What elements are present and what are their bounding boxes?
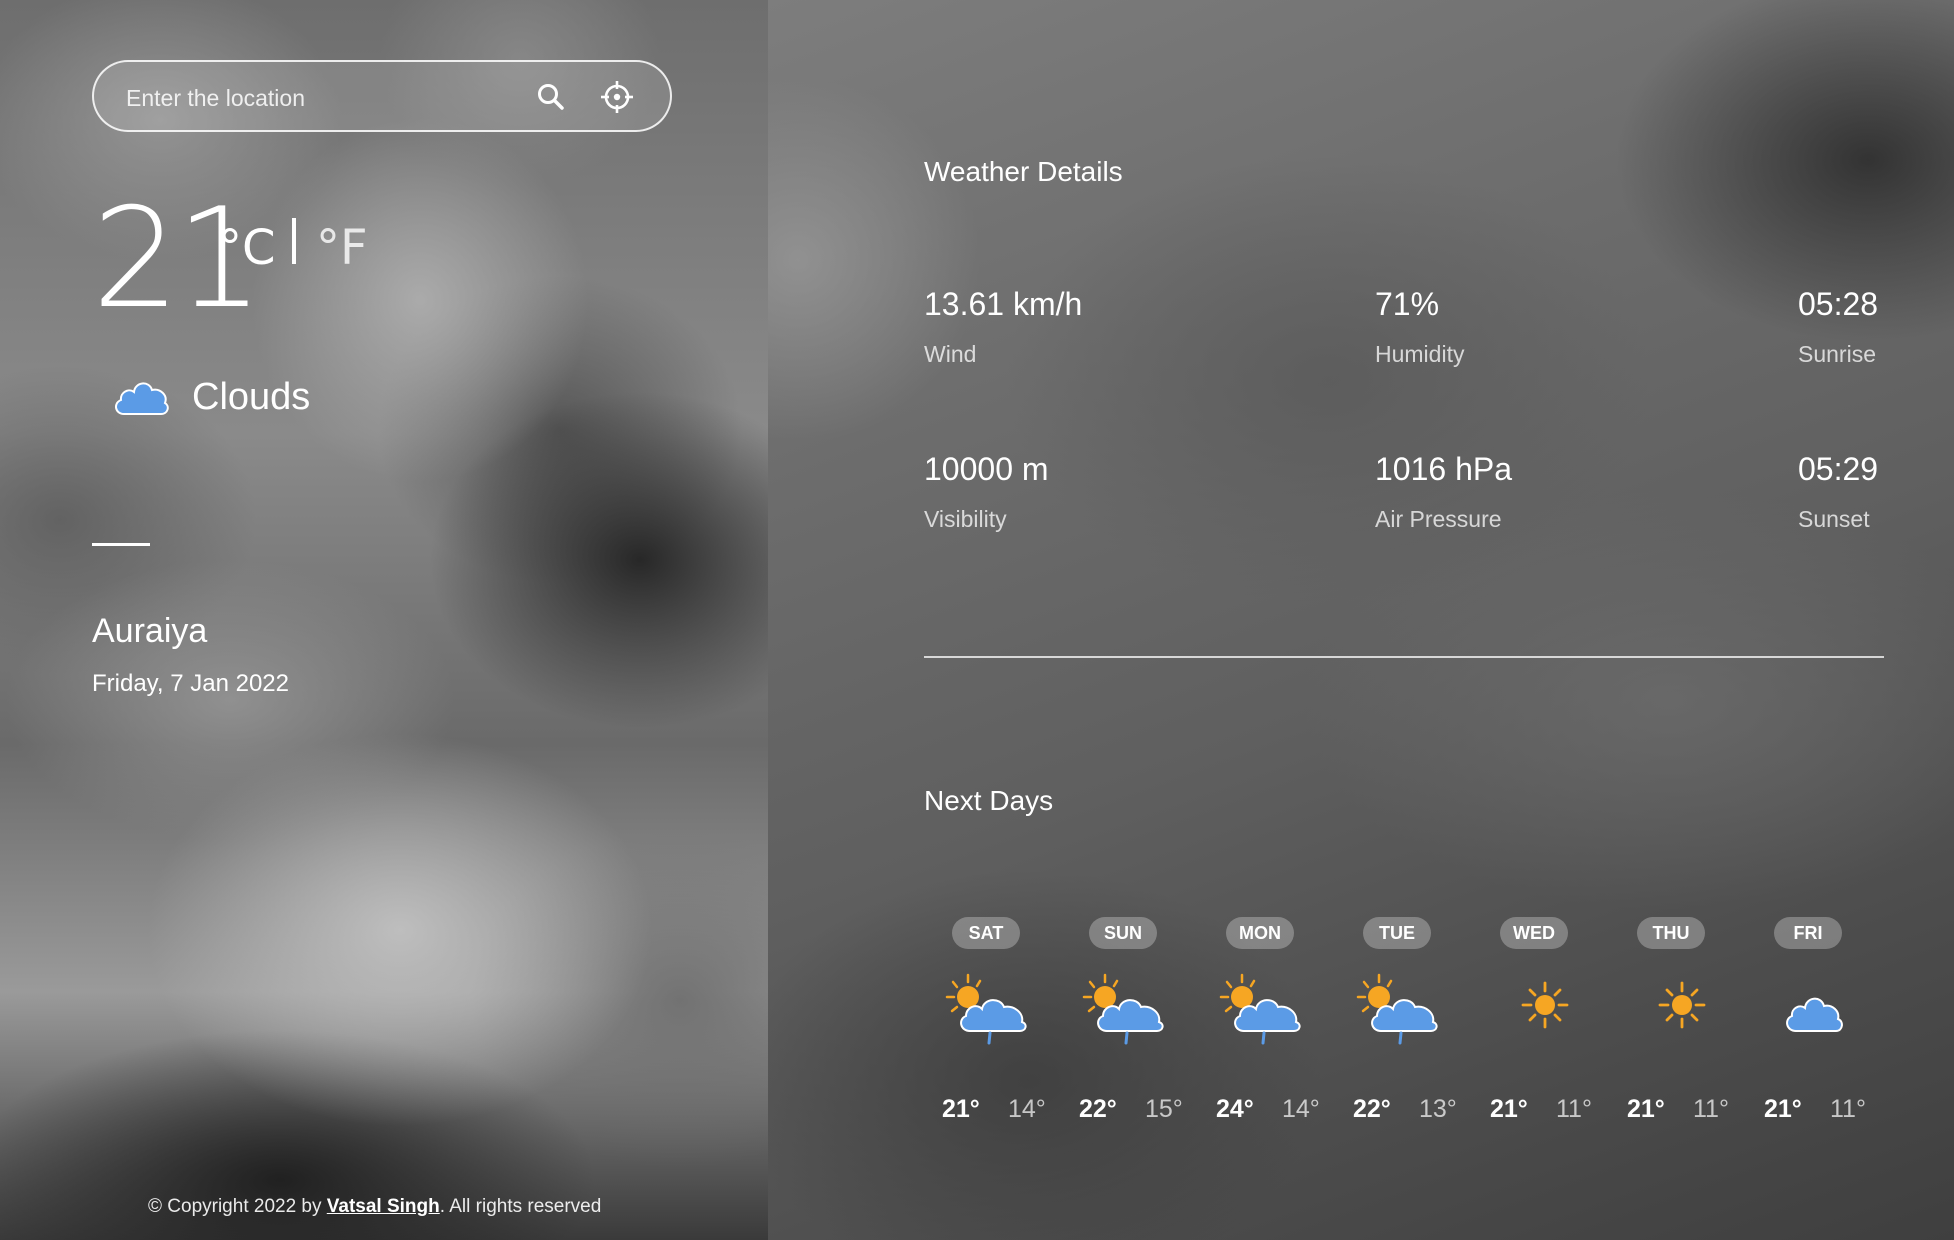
cloud-icon (115, 382, 169, 415)
metric-value: 71% (1375, 286, 1440, 322)
sun-cloud-rain-icon (945, 973, 1027, 1045)
high-temp: 22° (1353, 1095, 1391, 1123)
divider-line (92, 543, 150, 546)
celsius-toggle[interactable]: °C (218, 220, 276, 276)
metric-visibility: 10000 m Visibility (924, 451, 1049, 533)
high-temp: 21° (1490, 1095, 1528, 1123)
metric-label: Sunset (1798, 506, 1870, 532)
day-label: WED (1500, 917, 1568, 949)
left-panel: 21 °C °F Clouds Auraiya Friday, 7 Jan 20… (0, 0, 768, 1240)
metric-label: Visibility (924, 506, 1007, 532)
high-temp: 21° (1627, 1095, 1665, 1123)
sun-cloud-rain-icon (1356, 973, 1438, 1045)
sun-cloud-rain-icon (1219, 973, 1301, 1045)
day-label: FRI (1774, 917, 1842, 949)
high-temp: 22° (1079, 1095, 1117, 1123)
metric-sunset: 05:29 Sunset (1798, 451, 1878, 533)
metric-value: 1016 hPa (1375, 451, 1513, 487)
high-temp: 21° (1764, 1095, 1802, 1123)
cloud-icon (1786, 997, 1843, 1032)
locate-crosshair-icon[interactable] (600, 80, 634, 114)
metric-value: 05:29 (1798, 451, 1879, 487)
low-temp: 11° (1693, 1095, 1729, 1123)
unit-separator (292, 218, 296, 264)
day-label: MON (1226, 917, 1294, 949)
metric-label: Air Pressure (1375, 506, 1502, 532)
search-icon[interactable] (534, 80, 568, 114)
search-bar (92, 60, 672, 132)
metric-air-pressure: 1016 hPa Air Pressure (1375, 451, 1512, 533)
high-temp: 24° (1216, 1095, 1254, 1123)
author-link[interactable]: Vatsal Singh (327, 1196, 440, 1217)
low-temp: 14° (1008, 1095, 1046, 1123)
city-name: Auraiya (92, 612, 208, 650)
sun-cloud-rain-icon (1082, 973, 1164, 1045)
low-temp: 11° (1556, 1095, 1592, 1123)
sun-icon (1658, 981, 1706, 1029)
low-temp: 14° (1282, 1095, 1320, 1123)
fahrenheit-toggle[interactable]: °F (316, 220, 368, 276)
low-temp: 15° (1145, 1095, 1183, 1123)
copyright-prefix: © Copyright 2022 by (148, 1196, 327, 1217)
copyright-suffix: . All rights reserved (439, 1196, 602, 1217)
day-label: SUN (1089, 917, 1157, 949)
sun-icon (1521, 981, 1569, 1029)
low-temp: 11° (1830, 1095, 1866, 1123)
metric-value: 13.61 km/h (924, 286, 1083, 322)
metric-humidity: 71% Humidity (1375, 286, 1464, 368)
metric-value: 10000 m (924, 451, 1049, 487)
metric-value: 05:28 (1798, 286, 1879, 322)
next-days-title: Next Days (924, 785, 1054, 816)
metric-label: Humidity (1375, 341, 1465, 367)
weather-details-title: Weather Details (924, 156, 1123, 187)
day-label: THU (1637, 917, 1705, 949)
day-label: SAT (952, 917, 1020, 949)
day-label: TUE (1363, 917, 1431, 949)
metric-label: Wind (924, 341, 977, 367)
metric-wind: 13.61 km/h Wind (924, 286, 1082, 368)
metric-sunrise: 05:28 Sunrise (1798, 286, 1878, 368)
metric-label: Sunrise (1798, 341, 1876, 367)
current-date: Friday, 7 Jan 2022 (92, 670, 290, 697)
copyright-footer: © Copyright 2022 by Vatsal Singh. All ri… (148, 1196, 601, 1218)
section-divider (924, 656, 1884, 658)
location-search-input[interactable] (124, 76, 508, 120)
weather-condition: Clouds (192, 376, 311, 418)
high-temp: 21° (942, 1095, 980, 1123)
low-temp: 13° (1419, 1095, 1457, 1123)
